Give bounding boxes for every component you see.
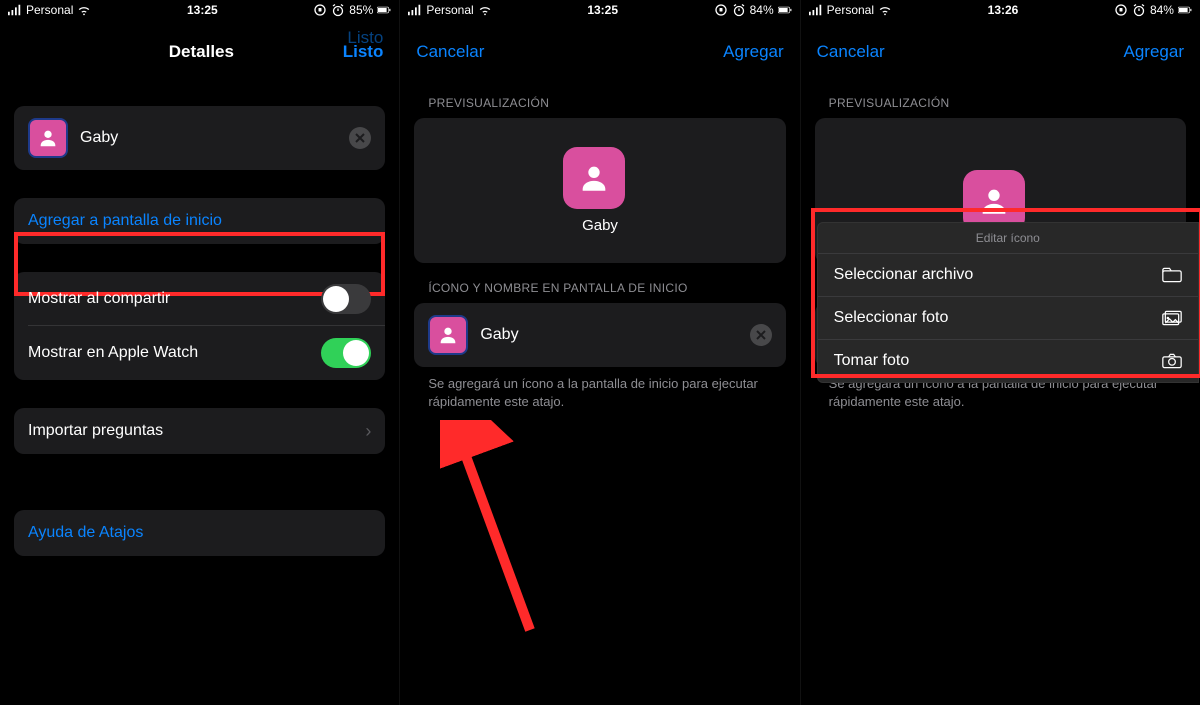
nav-title: Detalles	[60, 42, 343, 62]
battery-text: 84%	[750, 3, 774, 17]
menu-opt-label: Seleccionar foto	[834, 309, 949, 327]
preview-label: PREVISUALIZACIÓN	[400, 78, 799, 118]
battery-icon	[778, 3, 792, 17]
help-card: Ayuda de Atajos	[14, 510, 385, 556]
watch-toggle-cell: Mostrar en Apple Watch	[14, 326, 385, 380]
wifi-icon	[77, 3, 91, 17]
preview-name: Gaby	[582, 217, 618, 234]
cancel-button[interactable]: Cancelar	[817, 42, 885, 62]
edit-icon-menu: Editar ícono Seleccionar archivo Selecci…	[817, 222, 1199, 383]
cancel-button[interactable]: Cancelar	[416, 42, 484, 62]
preview-card: Gaby	[414, 118, 785, 263]
shortcut-name-card: Gaby	[14, 106, 385, 170]
clear-name-button[interactable]	[349, 127, 371, 149]
signal-icon	[408, 3, 422, 17]
nav-bar: Cancelar Agregar	[400, 20, 799, 78]
add-button[interactable]: Agregar	[1124, 42, 1184, 62]
contact-icon	[28, 118, 68, 158]
preview-label: PREVISUALIZACIÓN	[801, 78, 1200, 118]
status-time: 13:26	[988, 3, 1019, 17]
menu-opt-label: Tomar foto	[834, 352, 910, 370]
clear-name-button[interactable]	[750, 324, 772, 346]
share-toggle-cell: Mostrar al compartir	[14, 272, 385, 326]
share-toggle-label: Mostrar al compartir	[28, 290, 321, 308]
signal-icon	[8, 3, 22, 17]
watch-toggle[interactable]	[321, 338, 371, 368]
chevron-right-icon: ›	[365, 421, 371, 442]
help-cell[interactable]: Ayuda de Atajos	[14, 510, 385, 556]
share-toggle[interactable]	[321, 284, 371, 314]
battery-text: 85%	[349, 3, 373, 17]
battery-icon	[1178, 3, 1192, 17]
help-label: Ayuda de Atajos	[28, 524, 371, 542]
gallery-icon	[1162, 310, 1182, 326]
annotation-arrow	[440, 420, 560, 640]
shortcut-name-text: Gaby	[80, 129, 349, 147]
rotation-lock-icon	[714, 3, 728, 17]
import-cell[interactable]: Importar preguntas ›	[14, 408, 385, 454]
alarm-icon	[331, 3, 345, 17]
menu-opt-label: Seleccionar archivo	[834, 266, 974, 284]
rotation-lock-icon	[1114, 3, 1128, 17]
import-label: Importar preguntas	[28, 422, 365, 440]
menu-select-photo[interactable]: Seleccionar foto	[818, 297, 1198, 340]
add-button[interactable]: Agregar	[723, 42, 783, 62]
help-text: Se agregará un ícono a la pantalla de in…	[400, 367, 799, 410]
menu-select-file[interactable]: Seleccionar archivo	[818, 254, 1198, 297]
preview-icon	[563, 147, 625, 209]
battery-icon	[377, 3, 391, 17]
status-bar: Personal 13:26 84%	[801, 0, 1200, 20]
phone-1: Personal 13:25 85% Listo Detalles Listo	[0, 0, 400, 705]
iconname-label: ÍCONO Y NOMBRE EN PANTALLA DE INICIO	[400, 263, 799, 303]
status-bar: Personal 13:25 84%	[400, 0, 799, 20]
name-field[interactable]: Gaby	[480, 326, 749, 344]
menu-take-photo[interactable]: Tomar foto	[818, 340, 1198, 382]
partial-done-text: Listo	[347, 28, 383, 48]
watch-toggle-label: Mostrar en Apple Watch	[28, 344, 321, 362]
shortcut-name-cell[interactable]: Gaby	[14, 106, 385, 170]
status-time: 13:25	[187, 3, 218, 17]
alarm-icon	[1132, 3, 1146, 17]
iconname-cell[interactable]: Gaby	[414, 303, 785, 367]
alarm-icon	[732, 3, 746, 17]
phone-3: Personal 13:26 84% Cancelar Agregar PREV…	[801, 0, 1200, 705]
nav-bar: Detalles Listo	[0, 20, 399, 78]
add-home-label: Agregar a pantalla de inicio	[28, 212, 371, 230]
nav-bar: Cancelar Agregar	[801, 20, 1200, 78]
carrier-text: Personal	[26, 3, 73, 17]
status-time: 13:25	[587, 3, 618, 17]
rotation-lock-icon	[313, 3, 327, 17]
carrier-text: Personal	[426, 3, 473, 17]
status-bar: Personal 13:25 85%	[0, 0, 399, 20]
wifi-icon	[478, 3, 492, 17]
wifi-icon	[878, 3, 892, 17]
folder-icon	[1162, 267, 1182, 283]
menu-title: Editar ícono	[818, 223, 1198, 254]
add-home-card: Agregar a pantalla de inicio	[14, 198, 385, 244]
toggles-card: Mostrar al compartir Mostrar en Apple Wa…	[14, 272, 385, 380]
phone-2: Personal 13:25 84% Cancelar Agregar PREV…	[400, 0, 800, 705]
iconname-card: Gaby	[414, 303, 785, 367]
add-home-cell[interactable]: Agregar a pantalla de inicio	[14, 198, 385, 244]
icon-button[interactable]	[428, 315, 468, 355]
battery-text: 84%	[1150, 3, 1174, 17]
carrier-text: Personal	[827, 3, 874, 17]
import-card: Importar preguntas ›	[14, 408, 385, 454]
signal-icon	[809, 3, 823, 17]
camera-icon	[1162, 353, 1182, 369]
